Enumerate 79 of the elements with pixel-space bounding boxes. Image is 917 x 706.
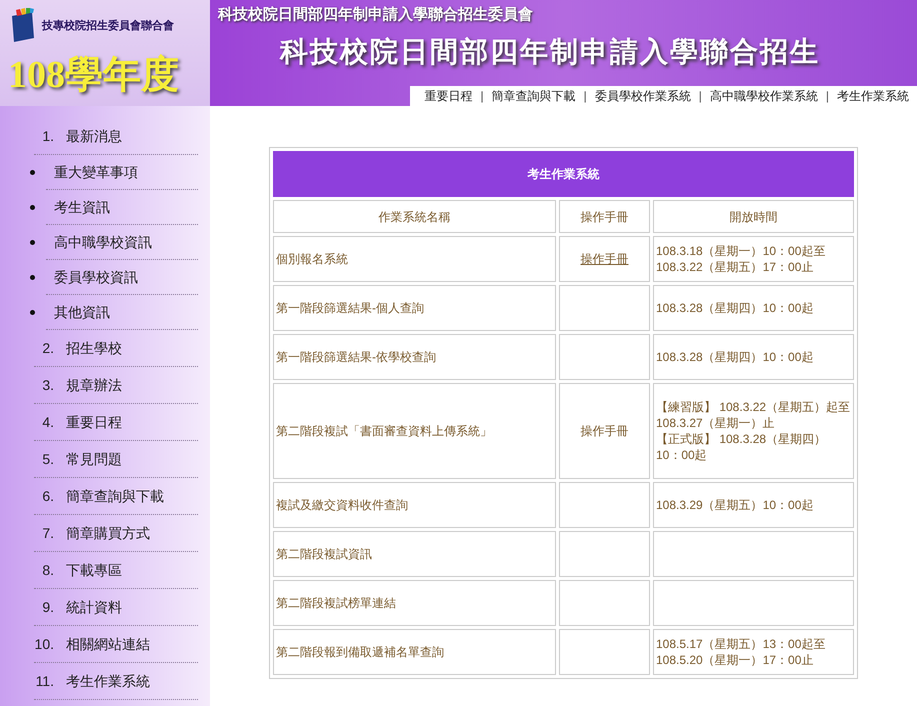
- banner-title: 科技校院日間部四年制申請入學聯合招生: [278, 34, 821, 68]
- sidebar-item[interactable]: 8. 下載專區: [34, 552, 198, 589]
- org-name: 技專校院招生委員會聯合會: [42, 18, 174, 34]
- sidebar-item[interactable]: 1. 最新消息: [34, 118, 198, 155]
- item-label: 簡章查詢與下載: [66, 486, 164, 506]
- time-text: 108.3.18（星期一）10：00起至: [656, 243, 826, 259]
- column-header: 操作手冊: [559, 200, 650, 233]
- nav-separator: |: [826, 88, 829, 105]
- item-label: 招生學校: [66, 338, 122, 358]
- table-title: 考生作業系統: [273, 151, 854, 197]
- item-label: 相關網站連結: [66, 634, 150, 654]
- time-text: 108.3.28（星期四）10：00起: [656, 349, 814, 365]
- item-label: 下載專區: [66, 560, 122, 580]
- bullet-icon: [30, 204, 35, 210]
- table-cell: 第一階段篩選結果-依學校查詢: [273, 334, 556, 380]
- item-number: 11.: [34, 672, 55, 690]
- sidebar-subitem[interactable]: 委員學校資訊: [54, 266, 138, 288]
- table-cell: 第二階段複試榜單連結: [273, 580, 556, 626]
- nav-link[interactable]: 考生作業系統: [837, 87, 909, 105]
- table-cell: 個別報名系統: [273, 236, 556, 282]
- sidebar-subitem[interactable]: 重大變革事項: [54, 162, 138, 182]
- item-label: 考生作業系統: [66, 672, 150, 690]
- table-cell: 第二階段報到備取遞補名單查詢: [273, 629, 556, 675]
- sidebar-item[interactable]: 7. 簡章購買方式: [34, 515, 198, 552]
- sidebar-item[interactable]: 10. 相關網站連結: [34, 626, 198, 663]
- item-number: 9.: [41, 598, 55, 616]
- bullet-icon: [30, 310, 35, 314]
- column-header: 作業系統名稱: [273, 200, 556, 233]
- time-text: 108.5.20（星期一）17：00止: [656, 652, 814, 668]
- manual-link[interactable]: 操作手冊: [580, 252, 628, 266]
- item-label: 常見問題: [66, 450, 122, 468]
- item-label: 簡章購買方式: [66, 524, 150, 542]
- item-number: 10.: [34, 634, 55, 654]
- sidebar-item[interactable]: 9. 統計資料: [34, 589, 198, 626]
- nav-link[interactable]: 簡章查詢與下載: [492, 87, 576, 105]
- item-number: 1.: [41, 126, 55, 146]
- banner-subtitle: 科技校院日間部四年制申請入學聯合招生委員會: [216, 5, 534, 25]
- time-text: 108.3.29（星期五）10：00起: [656, 497, 814, 513]
- item-number: 3.: [41, 376, 55, 394]
- nav-separator: |: [584, 88, 587, 105]
- time-text: 【練習版】 108.3.22（星期五）起至 108.3.27（星期一）止: [656, 399, 851, 431]
- item-number: 5.: [41, 450, 55, 468]
- item-label: 規章辦法: [66, 376, 122, 394]
- item-number: 4.: [41, 412, 55, 432]
- sidebar-subitem[interactable]: 高中職學校資訊: [54, 232, 152, 252]
- sidebar-subitem[interactable]: 考生資訊: [54, 196, 110, 218]
- sidebar-item[interactable]: 2. 招生學校: [34, 330, 198, 367]
- item-label: 重要日程: [66, 412, 122, 432]
- time-text: 108.5.17（星期五）13：00起至: [656, 636, 826, 652]
- item-number: 2.: [41, 338, 55, 358]
- sidebar-item[interactable]: 6. 簡章查詢與下載: [34, 478, 198, 515]
- table-cell: 第二階段複試資訊: [273, 531, 556, 577]
- time-text: 【正式版】 108.3.28（星期四）10：00起: [656, 431, 828, 463]
- bullet-icon: [30, 240, 35, 244]
- sidebar-subitem[interactable]: 其他資訊: [54, 302, 110, 322]
- sidebar-item[interactable]: 3. 規章辦法: [34, 367, 198, 404]
- sidebar-item[interactable]: 5. 常見問題: [34, 441, 198, 478]
- item-number: 6.: [41, 486, 55, 506]
- nav-link[interactable]: 委員學校作業系統: [594, 87, 691, 105]
- time-text: 108.3.28（星期四）10：00起: [656, 300, 814, 316]
- sidebar-item[interactable]: 11. 考生作業系統: [34, 663, 198, 700]
- year-title: 108學年度: [8, 56, 180, 94]
- nav-separator: |: [480, 88, 484, 105]
- nav-link[interactable]: 重要日程: [424, 87, 472, 105]
- nav-link[interactable]: 高中職學校作業系統: [710, 87, 818, 105]
- table-cell: 第二階段複試「書面審查資料上傳系統」: [273, 383, 556, 479]
- sidebar-item[interactable]: 4. 重要日程: [34, 404, 198, 441]
- item-number: 7.: [41, 524, 55, 542]
- table-cell: 第一階段篩選結果-個人查詢: [273, 285, 556, 331]
- bullet-icon: [30, 170, 35, 174]
- item-number: 8.: [41, 560, 55, 580]
- item-label: 最新消息: [66, 126, 122, 146]
- column-header: 開放時間: [653, 200, 854, 233]
- table-cell: 複試及繳交資料收件查詢: [273, 482, 556, 528]
- manual-label: 操作手冊: [580, 424, 628, 438]
- time-text: 108.3.22（星期五）17：00止: [656, 259, 814, 275]
- bullet-icon: [30, 274, 35, 280]
- item-label: 統計資料: [66, 598, 122, 616]
- nav-separator: |: [698, 88, 702, 105]
